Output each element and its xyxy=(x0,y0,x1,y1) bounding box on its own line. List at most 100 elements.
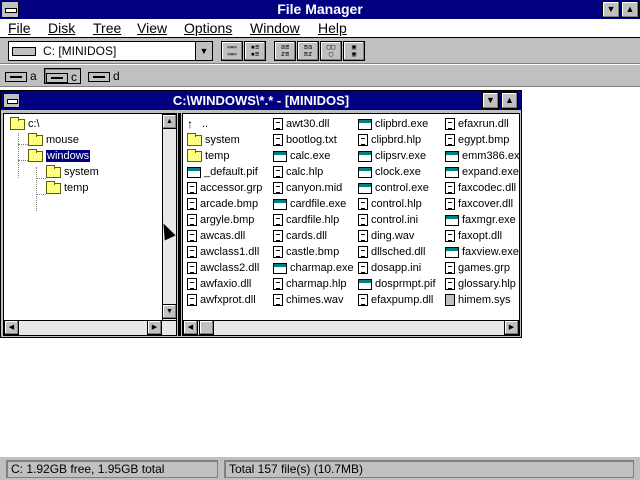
file-item[interactable]: awclass2.dll xyxy=(187,260,259,276)
file-item[interactable]: canyon.mid xyxy=(273,180,342,196)
file-item[interactable]: calc.exe xyxy=(273,148,330,164)
window-minimize-button[interactable]: ▼ xyxy=(482,92,499,109)
menu-help[interactable]: Help xyxy=(318,19,347,37)
file-item[interactable]: argyle.bmp xyxy=(187,212,254,228)
tree-horizontal-scrollbar[interactable]: ◀ ▶ xyxy=(4,320,176,335)
disconnect-network-drive-button[interactable]: ▪≡ ▪≡ xyxy=(244,41,266,61)
sort-by-type-button[interactable]: ≡a ≡z xyxy=(297,41,319,61)
file-item[interactable]: cardfile.exe xyxy=(273,196,346,212)
scroll-left-arrow-icon[interactable]: ◀ xyxy=(183,320,198,335)
drive-d[interactable]: d xyxy=(88,68,120,84)
app-maximize-button[interactable]: ▲ xyxy=(621,1,639,18)
window-system-menu-icon[interactable] xyxy=(3,93,20,108)
file-item[interactable]: charmap.exe xyxy=(273,260,354,276)
file-item[interactable]: system xyxy=(187,132,240,148)
file-item[interactable]: glossary.hlp xyxy=(445,276,516,292)
file-item[interactable]: clipbrd.hlp xyxy=(358,132,421,148)
document-icon xyxy=(273,230,283,243)
file-item[interactable]: _default.pif xyxy=(187,164,258,180)
file-item[interactable]: emm386.exe xyxy=(445,148,519,164)
file-item[interactable]: himem.sys xyxy=(445,292,511,308)
file-item[interactable]: cardfile.hlp xyxy=(273,212,339,228)
cdrom-drive-icon xyxy=(88,71,110,82)
file-item[interactable]: clipsrv.exe xyxy=(358,148,426,164)
file-item[interactable]: dllsched.dll xyxy=(358,244,425,260)
file-name: games.grp xyxy=(458,262,510,274)
tree-node-windows[interactable]: windows xyxy=(28,148,91,164)
tree-vertical-scrollbar[interactable]: ▲ ▼ xyxy=(162,114,176,320)
document-icon xyxy=(187,278,197,291)
file-item[interactable]: .. xyxy=(187,116,208,132)
file-item[interactable]: control.hlp xyxy=(358,196,422,212)
scroll-thumb[interactable] xyxy=(199,320,214,335)
directory-window-title-bar[interactable]: C:\WINDOWS\*.* - [MINIDOS] ▼ ▲ xyxy=(1,91,521,110)
file-item[interactable]: expand.exe xyxy=(445,164,519,180)
file-item[interactable]: awfaxio.dll xyxy=(187,276,251,292)
tree-node-mouse[interactable]: mouse xyxy=(28,132,79,148)
drive-c[interactable]: c xyxy=(44,68,81,84)
file-item[interactable]: awt30.dll xyxy=(273,116,329,132)
file-list-pane[interactable]: .. system temp _default.pif accessor.grp arca… xyxy=(182,113,520,336)
file-item[interactable]: accessor.grp xyxy=(187,180,262,196)
file-name: faxview.exe xyxy=(462,246,519,258)
file-item[interactable]: faxview.exe xyxy=(445,244,519,260)
app-minimize-button[interactable]: ▼ xyxy=(602,1,620,18)
file-item[interactable]: charmap.hlp xyxy=(273,276,347,292)
tree-node-temp[interactable]: temp xyxy=(46,180,88,196)
file-item[interactable]: faxmgr.exe xyxy=(445,212,516,228)
tree-node-root[interactable]: c:\ xyxy=(10,116,40,132)
file-item[interactable]: dosprmpt.pif xyxy=(358,276,436,292)
menu-tree[interactable]: Tree xyxy=(93,19,121,37)
menu-file[interactable]: File xyxy=(8,19,31,37)
file-item[interactable]: chimes.wav xyxy=(273,292,343,308)
file-item[interactable]: castle.bmp xyxy=(273,244,339,260)
file-item[interactable]: faxcover.dll xyxy=(445,196,513,212)
file-item[interactable]: dosapp.ini xyxy=(358,260,421,276)
file-item[interactable]: calc.hlp xyxy=(273,164,323,180)
app-title-bar[interactable]: File Manager ▼ ▲ xyxy=(0,0,640,19)
window-maximize-button[interactable]: ▲ xyxy=(501,92,518,109)
menu-options[interactable]: Options xyxy=(184,19,232,37)
dropdown-arrow-icon[interactable]: ▼ xyxy=(195,42,212,60)
pane-split-bar[interactable] xyxy=(178,113,181,336)
scroll-right-arrow-icon[interactable]: ▶ xyxy=(504,320,519,335)
scroll-right-arrow-icon[interactable]: ▶ xyxy=(147,320,162,335)
scroll-down-arrow-icon[interactable]: ▼ xyxy=(162,304,176,319)
new-window-button[interactable]: ▢▢ ▢ xyxy=(320,41,342,61)
program-icon xyxy=(273,262,287,274)
file-item[interactable]: cards.dll xyxy=(273,228,327,244)
file-item[interactable]: clipbrd.exe xyxy=(358,116,428,132)
file-item[interactable]: efaxrun.dll xyxy=(445,116,509,132)
file-item[interactable]: awclass1.dll xyxy=(187,244,259,260)
file-item[interactable]: awfxprot.dll xyxy=(187,292,256,308)
menu-window[interactable]: Window xyxy=(250,19,300,37)
file-item[interactable]: efaxpump.dll xyxy=(358,292,433,308)
file-item[interactable]: faxcodec.dll xyxy=(445,180,516,196)
files-horizontal-scrollbar[interactable]: ◀ ▶ xyxy=(183,320,519,335)
file-item[interactable]: control.ini xyxy=(358,212,418,228)
file-item[interactable]: arcade.bmp xyxy=(187,196,258,212)
drive-a[interactable]: a xyxy=(5,68,37,84)
drive-dropdown-value: C: [MINIDOS] xyxy=(43,44,117,58)
file-item[interactable]: control.exe xyxy=(358,180,429,196)
menu-view[interactable]: View xyxy=(137,19,167,37)
scroll-up-arrow-icon[interactable]: ▲ xyxy=(162,114,176,129)
connect-network-drive-button[interactable]: ▭▭ ▭▭ xyxy=(221,41,243,61)
file-item[interactable]: ding.wav xyxy=(358,228,414,244)
file-item[interactable]: egypt.bmp xyxy=(445,132,509,148)
properties-button[interactable]: ▣ ▣ xyxy=(343,41,365,61)
directory-tree-pane[interactable]: c:\ mouse windows system temp ▲ ▼ ◀ ▶ xyxy=(3,113,177,336)
file-item[interactable]: awcas.dll xyxy=(187,228,245,244)
app-title: File Manager xyxy=(277,1,363,17)
tree-node-system[interactable]: system xyxy=(46,164,99,180)
drive-dropdown[interactable]: C: [MINIDOS] ▼ xyxy=(8,41,213,61)
file-item[interactable]: clock.exe xyxy=(358,164,421,180)
file-item[interactable]: bootlog.txt xyxy=(273,132,337,148)
file-item[interactable]: games.grp xyxy=(445,260,510,276)
file-item[interactable]: faxopt.dll xyxy=(445,228,502,244)
sort-by-name-button[interactable]: a≡ z≡ xyxy=(274,41,296,61)
scroll-left-arrow-icon[interactable]: ◀ xyxy=(4,320,19,335)
menu-disk[interactable]: Disk xyxy=(48,19,75,37)
app-system-menu-icon[interactable] xyxy=(1,1,19,18)
file-item[interactable]: temp xyxy=(187,148,229,164)
